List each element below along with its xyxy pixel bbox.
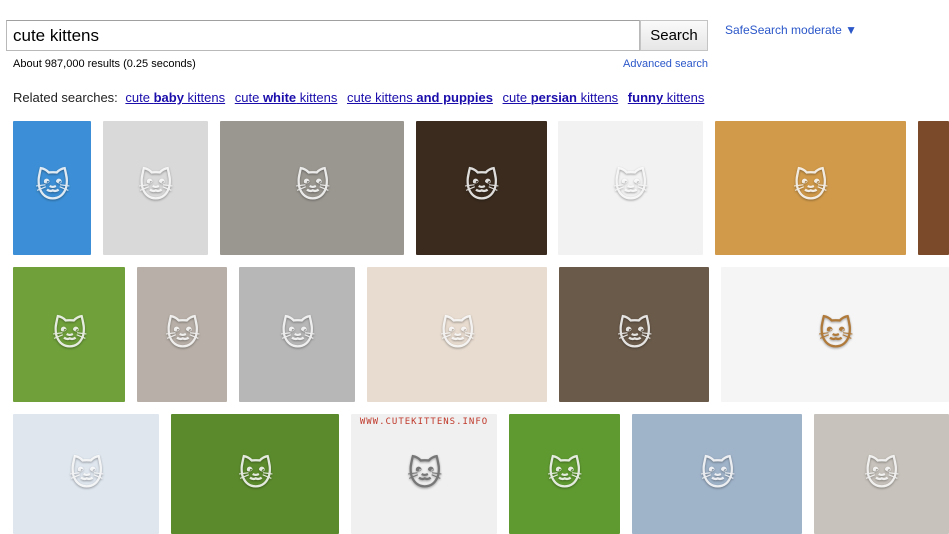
image-thumbnail[interactable]: 🐱 (721, 267, 949, 402)
related-search-link[interactable]: cute baby kittens (125, 90, 225, 105)
image-thumbnail[interactable]: 🐱 (13, 267, 125, 402)
related-search-link[interactable]: funny kittens (628, 90, 705, 105)
kitten-icon: 🐱 (69, 455, 105, 493)
related-search-link[interactable]: cute white kittens (235, 90, 338, 105)
kitten-icon: 🐱 (52, 315, 88, 353)
image-thumbnail[interactable]: 🐱 (13, 121, 91, 255)
kitten-icon: 🐱 (864, 455, 900, 493)
image-thumbnail[interactable]: 🐱 (509, 414, 620, 534)
watermark-text: WWW.CUTEKITTENS.INFO (359, 417, 489, 427)
search-box[interactable] (6, 20, 640, 51)
kitten-icon: 🐱 (238, 455, 274, 493)
kitten-icon: 🐱 (547, 455, 583, 493)
image-thumbnail[interactable]: 🐱 (103, 121, 208, 255)
kitten-icon: 🐱 (613, 167, 649, 205)
related-search-link[interactable]: cute kittens and puppies (347, 90, 493, 105)
image-search-page: Search SafeSearch moderate ▼ About 987,0… (0, 0, 949, 534)
image-thumbnail[interactable]: 🐱 (171, 414, 339, 534)
kitten-icon: 🐱 (440, 315, 476, 353)
kitten-icon: 🐱 (793, 167, 829, 205)
kitten-icon: 🐱 (818, 315, 854, 353)
image-thumbnail[interactable]: 🐱 (715, 121, 906, 255)
image-thumbnail[interactable]: 🐱 (220, 121, 404, 255)
kitten-icon: 🐱 (35, 167, 71, 205)
image-thumbnail[interactable]: 🐱 (239, 267, 355, 402)
advanced-search-link[interactable]: Advanced search (623, 58, 708, 70)
image-thumbnail[interactable]: 🐱 (367, 267, 547, 402)
image-thumbnail[interactable]: 🐱 (13, 414, 159, 534)
results-stats: About 987,000 results (0.25 seconds) (13, 58, 196, 70)
image-thumbnail[interactable]: 🐱 (632, 414, 802, 534)
kitten-icon: 🐱 (407, 455, 443, 493)
kitten-icon: 🐱 (700, 455, 736, 493)
image-thumbnail[interactable] (918, 121, 949, 255)
image-thumbnail[interactable]: 🐱 (814, 414, 949, 534)
search-button[interactable]: Search (640, 20, 708, 51)
related-search-link[interactable]: cute persian kittens (503, 90, 619, 105)
image-thumbnail[interactable]: 🐱 (559, 267, 709, 402)
related-searches: Related searches: cute baby kittens cute… (13, 90, 710, 105)
safesearch-dropdown[interactable]: SafeSearch moderate ▼ (725, 23, 857, 37)
kitten-icon: 🐱 (295, 167, 331, 205)
kitten-icon: 🐱 (165, 315, 201, 353)
image-thumbnail[interactable]: 🐱 (416, 121, 547, 255)
kitten-icon: 🐱 (280, 315, 316, 353)
kitten-icon: 🐱 (617, 315, 653, 353)
kitten-icon: 🐱 (138, 167, 174, 205)
related-searches-label: Related searches: (13, 90, 118, 105)
image-thumbnail[interactable]: WWW.CUTEKITTENS.INFO 🐱 (351, 414, 497, 534)
kitten-icon: 🐱 (464, 167, 500, 205)
image-thumbnail[interactable]: 🐱 (137, 267, 227, 402)
search-input[interactable] (7, 25, 639, 46)
image-thumbnail[interactable]: 🐱 (558, 121, 703, 255)
